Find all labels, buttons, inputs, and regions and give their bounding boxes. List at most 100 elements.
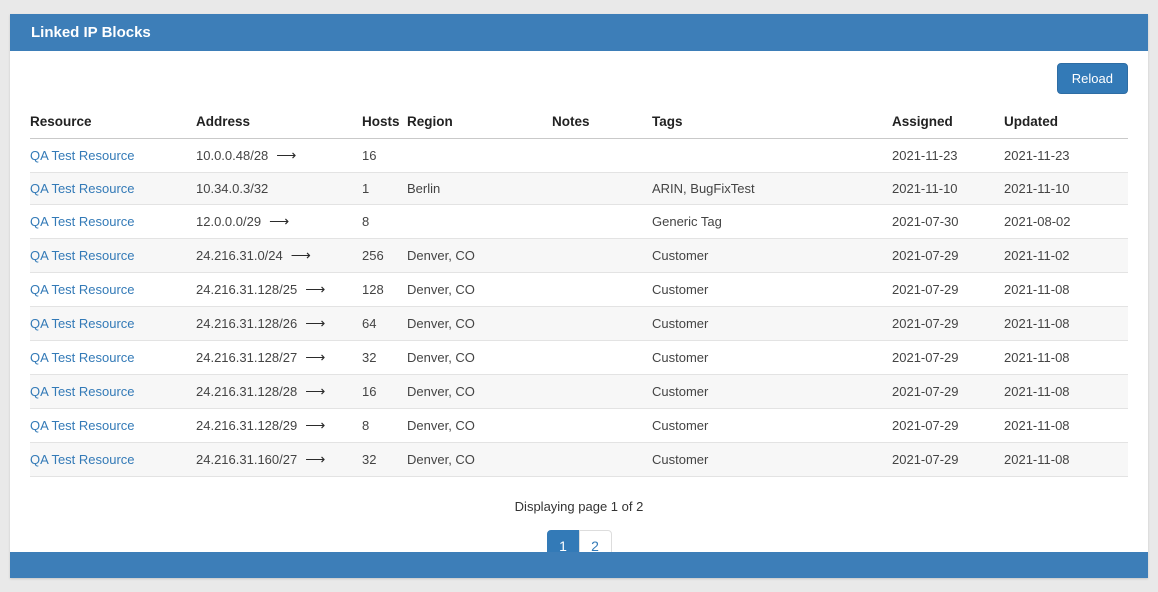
cell-address: 24.216.31.128/29 ⟶ [196,409,362,443]
cell-assigned: 2021-07-29 [892,443,1004,477]
cell-hosts: 16 [362,139,407,173]
resource-link[interactable]: QA Test Resource [30,214,135,229]
cell-notes [552,341,652,375]
resource-link[interactable]: QA Test Resource [30,384,135,399]
cell-region: Denver, CO [407,375,552,409]
resource-link[interactable]: QA Test Resource [30,350,135,365]
table-row: QA Test Resource10.34.0.3/321BerlinARIN,… [30,173,1128,205]
resource-link[interactable]: QA Test Resource [30,452,135,467]
cell-resource: QA Test Resource [30,239,196,273]
assign-arrow-icon[interactable]: ⟶ [305,383,325,399]
assign-arrow-icon[interactable]: ⟶ [291,247,311,263]
cell-region: Berlin [407,173,552,205]
toolbar: Reload [30,51,1128,105]
cell-resource: QA Test Resource [30,173,196,205]
cell-hosts: 8 [362,205,407,239]
cell-tags: ARIN, BugFixTest [652,173,892,205]
cell-region: Denver, CO [407,443,552,477]
cell-resource: QA Test Resource [30,443,196,477]
table-row: QA Test Resource24.216.31.128/29⟶8Denver… [30,409,1128,443]
cell-address: 12.0.0.0/29 ⟶ [196,205,362,239]
cell-notes [552,239,652,273]
reload-button[interactable]: Reload [1057,63,1128,94]
column-header-address: Address [196,105,362,139]
address-text: 24.216.31.128/27 [196,350,297,365]
cell-hosts: 16 [362,375,407,409]
pagination: 12 [30,530,1128,552]
assign-arrow-icon[interactable]: ⟶ [305,281,325,297]
cell-hosts: 32 [362,443,407,477]
cell-notes [552,307,652,341]
cell-tags: Generic Tag [652,205,892,239]
resource-link[interactable]: QA Test Resource [30,418,135,433]
address-text: 24.216.31.0/24 [196,248,283,263]
cell-address: 24.216.31.128/27 ⟶ [196,341,362,375]
cell-notes [552,205,652,239]
cell-resource: QA Test Resource [30,409,196,443]
cell-hosts: 32 [362,341,407,375]
column-header-hosts: Hosts [362,105,407,139]
column-header-region: Region [407,105,552,139]
address-text: 24.216.31.128/26 [196,316,297,331]
cell-updated: 2021-11-08 [1004,273,1128,307]
assign-arrow-icon[interactable]: ⟶ [305,451,325,467]
column-header-assigned: Assigned [892,105,1004,139]
cell-region: Denver, CO [407,409,552,443]
cell-address: 24.216.31.160/27⟶ [196,443,362,477]
table-row: QA Test Resource 24.216.31.160/27⟶32Denve… [30,443,1128,477]
cell-assigned: 2021-07-29 [892,341,1004,375]
cell-assigned: 2021-07-29 [892,307,1004,341]
resource-link[interactable]: QA Test Resource [30,181,135,196]
cell-tags: Customer [652,375,892,409]
cell-address: 24.216.31.128/26 ⟶ [196,307,362,341]
table-row: QA Test Resource24.216.31.0/24⟶256Denver… [30,239,1128,273]
cell-tags: Customer [652,341,892,375]
page-button-1[interactable]: 1 [547,530,580,552]
assign-arrow-icon[interactable]: ⟶ [305,349,325,365]
cell-assigned: 2021-07-29 [892,273,1004,307]
cell-address: 24.216.31.128/25⟶ [196,273,362,307]
assign-arrow-icon[interactable]: ⟶ [305,417,325,433]
cell-updated: 2021-11-08 [1004,443,1128,477]
address-text: 12.0.0.0/29 [196,214,261,229]
resource-link[interactable]: QA Test Resource [30,248,135,263]
cell-region [407,139,552,173]
table-row: QA Test Resource24.216.31.128/28⟶16Denve… [30,375,1128,409]
cell-resource: QA Test Resource [30,341,196,375]
column-header-updated: Updated [1004,105,1128,139]
cell-resource: QA Test Resource [30,205,196,239]
cell-region: Denver, CO [407,239,552,273]
cell-updated: 2021-11-02 [1004,239,1128,273]
cell-notes [552,443,652,477]
cell-notes [552,139,652,173]
table-row: QA Test Resource24.216.31.128/25⟶128Denv… [30,273,1128,307]
address-text: 24.216.31.128/29 [196,418,297,433]
cell-assigned: 2021-07-29 [892,375,1004,409]
column-header-resource: Resource [30,105,196,139]
cell-tags: Customer [652,409,892,443]
resource-link[interactable]: QA Test Resource [30,282,135,297]
resource-link[interactable]: QA Test Resource [30,316,135,331]
cell-tags: Customer [652,443,892,477]
resource-link[interactable]: QA Test Resource [30,148,135,163]
panel-footer-bar [10,552,1148,578]
assign-arrow-icon[interactable]: ⟶ [276,147,296,163]
cell-assigned: 2021-07-29 [892,239,1004,273]
table-row: QA Test Resource10.0.0.48/28⟶162021-11-2… [30,139,1128,173]
cell-assigned: 2021-07-30 [892,205,1004,239]
page-button-2[interactable]: 2 [579,530,612,552]
cell-updated: 2021-11-08 [1004,375,1128,409]
cell-assigned: 2021-07-29 [892,409,1004,443]
cell-assigned: 2021-11-10 [892,173,1004,205]
cell-region [407,205,552,239]
table-row: QA Test Resource24.216.31.128/27⟶32Denve… [30,341,1128,375]
cell-address: 10.34.0.3/32 [196,173,362,205]
cell-updated: 2021-11-10 [1004,173,1128,205]
assign-arrow-icon[interactable]: ⟶ [269,213,289,229]
paging-status: Displaying page 1 of 2 [30,499,1128,514]
cell-updated: 2021-11-08 [1004,341,1128,375]
cell-tags: Customer [652,239,892,273]
address-text: 10.0.0.48/28 [196,148,268,163]
assign-arrow-icon[interactable]: ⟶ [305,315,325,331]
cell-resource: QA Test Resource [30,375,196,409]
